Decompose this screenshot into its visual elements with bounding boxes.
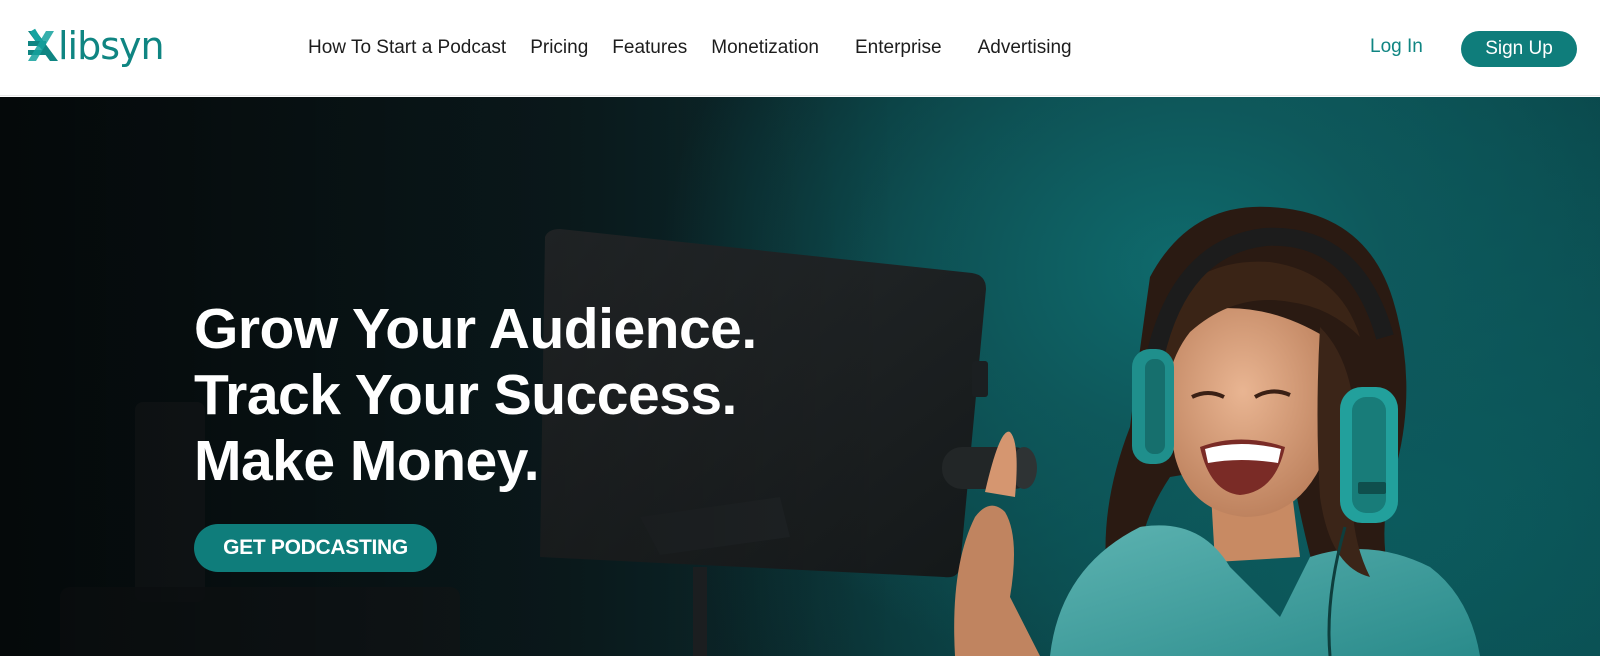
headline-line-3: Make Money.	[194, 429, 540, 493]
libsyn-logo[interactable]: libsyn	[24, 22, 165, 70]
libsyn-mark-icon	[28, 28, 58, 61]
nav-features[interactable]: Features	[612, 37, 687, 59]
nav-advertising[interactable]: Advertising	[978, 37, 1072, 59]
nav-monetization[interactable]: Monetization	[711, 37, 819, 59]
nav-pricing[interactable]: Pricing	[530, 37, 588, 59]
hero-headline: Grow Your Audience. Track Your Success. …	[194, 296, 814, 494]
nav-how-to-start-a-podcast[interactable]: How To Start a Podcast	[308, 37, 506, 59]
headline-line-1: Grow Your Audience.	[194, 297, 757, 361]
get-podcasting-button[interactable]: GET PODCASTING	[194, 524, 437, 572]
headline-line-2: Track Your Success.	[194, 363, 737, 427]
nav-enterprise[interactable]: Enterprise	[855, 37, 942, 59]
main-navigation: How To Start a Podcast Pricing Features …	[308, 34, 1072, 62]
hero-section: Grow Your Audience. Track Your Success. …	[0, 97, 1600, 656]
site-header: libsyn How To Start a Podcast Pricing Fe…	[0, 0, 1600, 96]
logo-wordmark: libsyn	[58, 24, 165, 68]
signup-button[interactable]: Sign Up	[1461, 31, 1577, 67]
login-link[interactable]: Log In	[1370, 36, 1423, 58]
